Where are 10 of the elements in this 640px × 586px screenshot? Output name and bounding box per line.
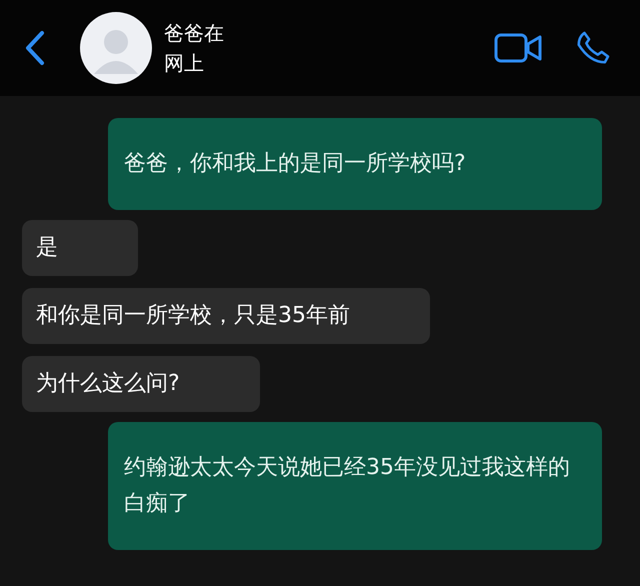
contact-name: 爸爸在 (164, 20, 224, 46)
message-bubble: 是 (22, 220, 138, 276)
back-icon[interactable] (24, 30, 46, 66)
message-bubble: 和你是同一所学校，只是35年前 (22, 288, 430, 344)
contact-status: 网上 (164, 50, 205, 76)
message-bubble: 约翰逊太太今天说她已经35年没见过我这样的白痴了 (108, 422, 602, 550)
message-bubble: 为什么这么问? (22, 356, 260, 412)
avatar (80, 12, 152, 84)
video-call-icon[interactable] (494, 32, 542, 64)
message-bubble: 爸爸，你和我上的是同一所学校吗? (108, 118, 602, 210)
